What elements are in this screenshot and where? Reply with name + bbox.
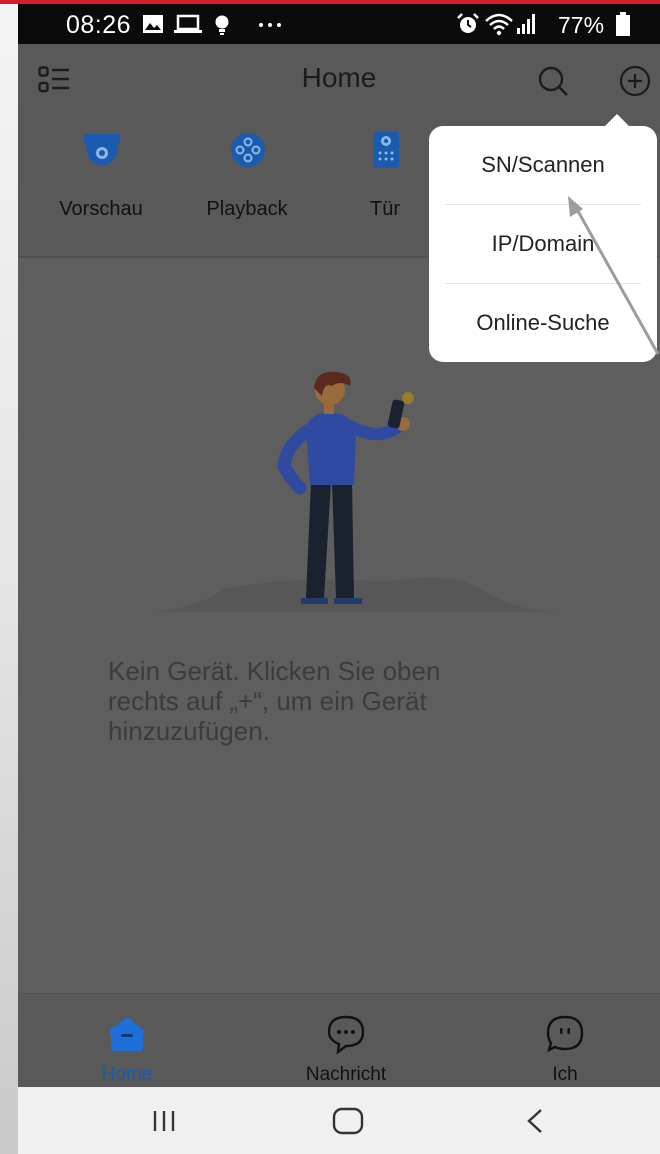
add-circle-icon[interactable]	[618, 64, 652, 98]
alarm-icon	[457, 13, 479, 33]
menu-item-sn-scan[interactable]: SN/Scannen	[429, 126, 657, 204]
menu-item-online-search[interactable]: Online-Suche	[429, 284, 657, 362]
status-time: 08:26	[66, 11, 132, 39]
app-bar: Home	[18, 44, 660, 114]
nav-item-home[interactable]: Home	[47, 994, 207, 1088]
empty-state-message: Kein Gerät. Klicken Sie oben rechts auf …	[108, 656, 441, 746]
battery-percent: 77%	[558, 12, 605, 38]
shortcut-vorschau[interactable]: Vorschau	[36, 114, 166, 244]
bulb-icon	[215, 15, 229, 35]
person-holding-phone-illustration	[156, 371, 556, 612]
dome-camera-icon	[84, 134, 120, 165]
left-bezel	[0, 4, 18, 1154]
back-chevron-icon[interactable]	[523, 1107, 547, 1135]
nav-item-ich[interactable]: Ich	[485, 994, 645, 1088]
image-icon	[143, 15, 163, 33]
nav-label-nachricht: Nachricht	[305, 1064, 387, 1085]
shortcut-label: Playback	[206, 198, 288, 220]
nav-label-home: Home	[101, 1064, 153, 1085]
search-icon[interactable]	[536, 64, 570, 98]
screenshot-frame: 08:26 77% Home Vorschau Playback Tür Kei…	[0, 0, 660, 1154]
laptop-icon	[174, 14, 202, 33]
home-outline-icon[interactable]	[332, 1107, 364, 1135]
nav-label-ich: Ich	[552, 1064, 578, 1085]
chat-bubble-icon	[327, 1015, 365, 1054]
home-icon	[109, 1017, 145, 1051]
recents-icon[interactable]	[149, 1109, 179, 1133]
android-system-nav	[18, 1087, 660, 1154]
battery-icon	[616, 12, 630, 36]
door-intercom-icon	[373, 132, 399, 168]
more-dots-icon	[259, 23, 281, 27]
shortcut-label: Vorschau	[59, 198, 143, 220]
status-bar: 08:26 77%	[18, 4, 660, 44]
menu-item-ip-domain[interactable]: IP/Domain	[429, 205, 657, 283]
wifi-icon	[485, 13, 513, 36]
device-list-empty: Kein Gerät. Klicken Sie oben rechts auf …	[18, 258, 660, 993]
add-device-menu: SN/Scannen IP/Domain Online-Suche	[429, 126, 657, 362]
shortcut-playback[interactable]: Playback	[182, 114, 312, 244]
film-reel-icon	[231, 133, 265, 167]
bottom-nav: Home Nachricht Ich	[18, 993, 660, 1088]
nav-item-nachricht[interactable]: Nachricht	[266, 994, 426, 1088]
smiley-bubble-icon	[546, 1015, 584, 1053]
signal-icon	[517, 14, 535, 34]
phone-screen: 08:26 77% Home Vorschau Playback Tür Kei…	[18, 4, 660, 1154]
